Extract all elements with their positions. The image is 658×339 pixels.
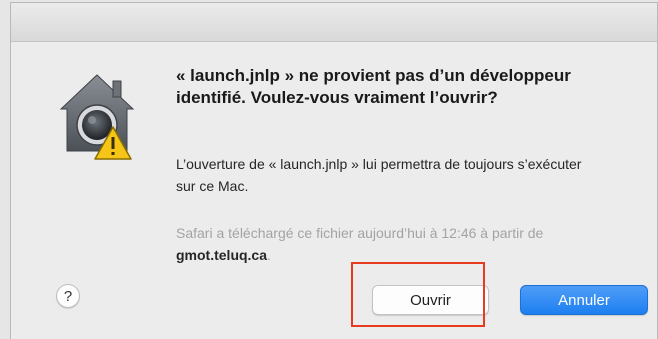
download-info-period: . [267, 247, 271, 263]
gatekeeper-dialog: « launch.jnlp » ne provient pas d’un dév… [10, 2, 658, 339]
dialog-message: L’ouverture de « launch.jnlp » lui perme… [176, 156, 582, 194]
download-host: gmot.teluq.ca [176, 247, 268, 263]
dialog-titlebar [11, 3, 657, 42]
download-info: Safari a téléchargé ce fichier aujourd’h… [176, 222, 626, 266]
help-button[interactable]: ? [56, 284, 80, 308]
dialog-heading: « launch.jnlp » ne provient pas d’un dév… [176, 66, 571, 107]
gatekeeper-warning-icon [59, 73, 135, 163]
download-info-text: Safari a téléchargé ce fichier aujourd’h… [176, 225, 544, 241]
cancel-button[interactable]: Annuler [520, 285, 648, 315]
highlight-outline [351, 262, 485, 327]
